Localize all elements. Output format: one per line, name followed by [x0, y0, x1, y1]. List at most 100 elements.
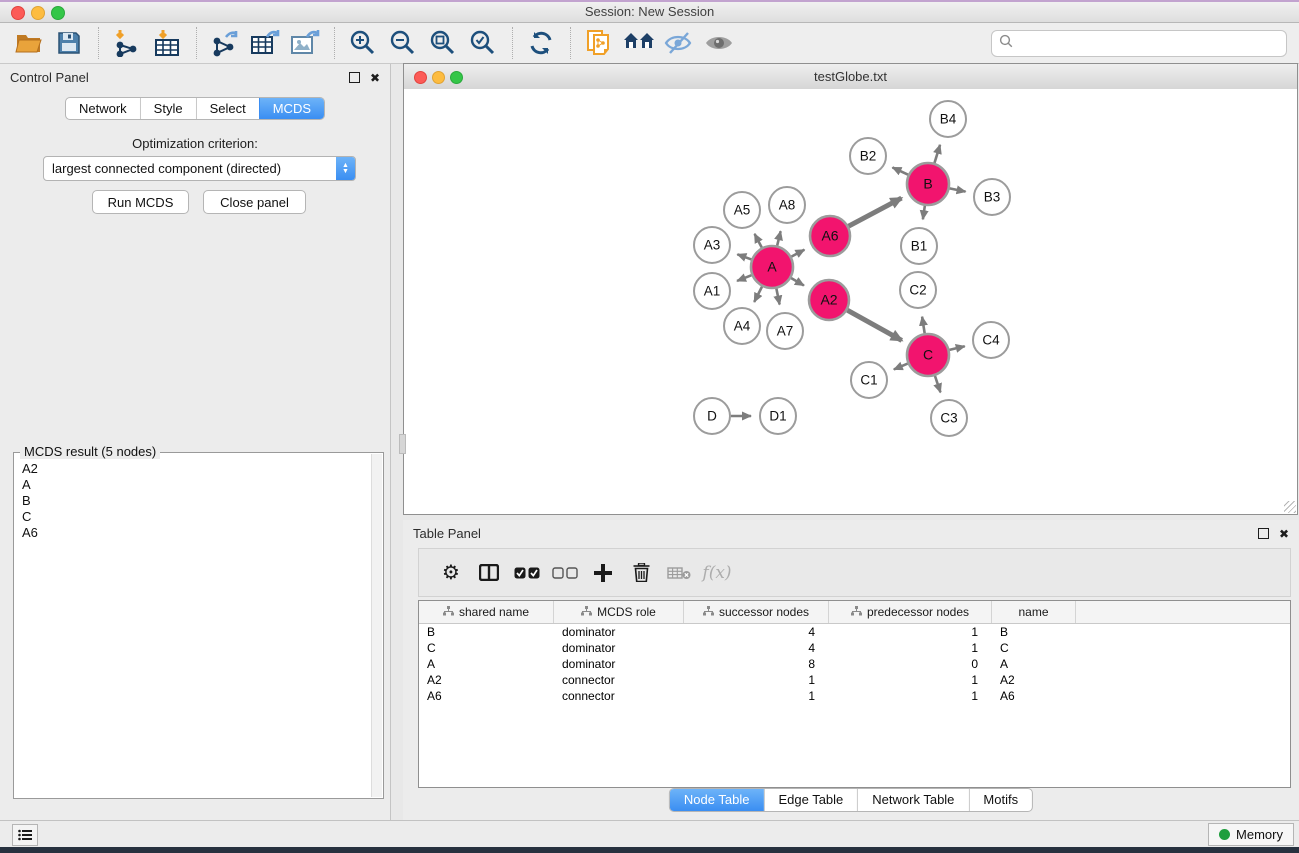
graph-edge[interactable]: [737, 275, 752, 281]
graph-edge[interactable]: [776, 289, 779, 305]
network-canvas[interactable]: B4B2BB3A5A8A6A3B1AA1C2A2A4A7C4CC1C3DD1: [404, 89, 1297, 514]
column-view-icon[interactable]: [471, 556, 507, 590]
table-cell[interactable]: A: [419, 656, 554, 672]
column-header[interactable]: MCDS role: [554, 601, 684, 623]
table-row[interactable]: A2connector11A2: [419, 672, 1290, 688]
table-row[interactable]: Cdominator41C: [419, 640, 1290, 656]
table-settings-gear-icon[interactable]: ⚙: [433, 556, 469, 590]
select-all-icon[interactable]: [509, 556, 545, 590]
close-panel-icon[interactable]: ✖: [370, 72, 380, 84]
tab-edge-table[interactable]: Edge Table: [763, 789, 857, 811]
table-cell[interactable]: 1: [829, 672, 992, 688]
graph-edge[interactable]: [755, 234, 762, 248]
graph-edge[interactable]: [737, 254, 751, 259]
table-cell[interactable]: dominator: [554, 640, 684, 656]
table-cell[interactable]: 1: [684, 688, 829, 704]
graph-edge[interactable]: [754, 287, 762, 302]
splitter-handle[interactable]: [399, 434, 406, 454]
table-row[interactable]: Adominator80A: [419, 656, 1290, 672]
export-table-icon[interactable]: [248, 27, 282, 59]
table-cell[interactable]: B: [419, 624, 554, 640]
float-panel-icon[interactable]: [349, 72, 360, 83]
graph-edge[interactable]: [849, 198, 902, 226]
zoom-selected-icon[interactable]: [466, 27, 500, 59]
tab-select[interactable]: Select: [196, 98, 259, 119]
import-network-icon[interactable]: [110, 27, 144, 59]
zoom-out-icon[interactable]: [386, 27, 420, 59]
column-header[interactable]: shared name: [419, 601, 554, 623]
task-history-button[interactable]: [12, 824, 38, 846]
close-table-panel-icon[interactable]: ✖: [1279, 528, 1289, 540]
show-hide-icon[interactable]: [702, 27, 736, 59]
memory-button[interactable]: Memory: [1208, 823, 1294, 846]
table-cell[interactable]: connector: [554, 688, 684, 704]
mcds-result-scrollbar[interactable]: [371, 454, 382, 797]
mcds-result-item[interactable]: A2: [16, 461, 371, 477]
table-cell[interactable]: 1: [829, 688, 992, 704]
search-field[interactable]: [991, 30, 1287, 57]
delete-column-trash-icon[interactable]: [623, 556, 659, 590]
import-table-icon[interactable]: [150, 27, 184, 59]
export-network-icon[interactable]: [208, 27, 242, 59]
criterion-dropdown[interactable]: largest connected component (directed) ▲…: [43, 156, 356, 181]
column-header[interactable]: name: [992, 601, 1076, 623]
mcds-result-item[interactable]: B: [16, 493, 371, 509]
table-cell[interactable]: dominator: [554, 624, 684, 640]
column-header[interactable]: predecessor nodes: [829, 601, 992, 623]
table-cell[interactable]: 1: [829, 624, 992, 640]
graph-edge[interactable]: [791, 278, 804, 285]
save-session-icon[interactable]: [52, 27, 86, 59]
mcds-result-item[interactable]: A6: [16, 525, 371, 541]
new-network-from-selection-icon[interactable]: [582, 27, 616, 59]
graph-edge[interactable]: [791, 250, 804, 257]
zoom-in-icon[interactable]: [346, 27, 380, 59]
table-cell[interactable]: A6: [992, 688, 1076, 704]
graph-edge[interactable]: [934, 145, 940, 163]
resize-grip[interactable]: [1284, 501, 1296, 513]
refresh-icon[interactable]: [524, 27, 558, 59]
table-cell[interactable]: 1: [684, 672, 829, 688]
export-image-icon[interactable]: [288, 27, 322, 59]
table-cell[interactable]: A2: [419, 672, 554, 688]
table-cell[interactable]: B: [992, 624, 1076, 640]
table-cell[interactable]: 4: [684, 624, 829, 640]
run-mcds-button[interactable]: Run MCDS: [92, 190, 189, 214]
table-cell[interactable]: 8: [684, 656, 829, 672]
graph-edge[interactable]: [777, 231, 780, 245]
graph-edge[interactable]: [935, 376, 941, 393]
table-cell[interactable]: connector: [554, 672, 684, 688]
table-cell[interactable]: A6: [419, 688, 554, 704]
graph-edge[interactable]: [922, 317, 925, 334]
graph-edge[interactable]: [847, 310, 901, 340]
tab-network[interactable]: Network: [66, 98, 140, 119]
graph-edge[interactable]: [950, 188, 966, 191]
table-cell[interactable]: 0: [829, 656, 992, 672]
mcds-result-item[interactable]: C: [16, 509, 371, 525]
table-cell[interactable]: C: [419, 640, 554, 656]
deselect-all-icon[interactable]: [547, 556, 583, 590]
graph-edge[interactable]: [894, 364, 908, 370]
graph-edge[interactable]: [923, 206, 925, 220]
search-input[interactable]: [1013, 36, 1286, 51]
mcds-result-item[interactable]: A: [16, 477, 371, 493]
graph-edge[interactable]: [949, 346, 964, 350]
table-cell[interactable]: dominator: [554, 656, 684, 672]
node-table[interactable]: shared nameMCDS rolesuccessor nodesprede…: [418, 600, 1291, 788]
table-cell[interactable]: C: [992, 640, 1076, 656]
tab-mcds[interactable]: MCDS: [259, 98, 324, 119]
add-column-icon[interactable]: [585, 556, 621, 590]
mcds-result-list[interactable]: A2ABCA6: [16, 461, 371, 796]
open-session-icon[interactable]: [12, 27, 46, 59]
tab-style[interactable]: Style: [140, 98, 196, 119]
network-window-titlebar[interactable]: testGlobe.txt: [404, 64, 1297, 90]
table-row[interactable]: Bdominator41B: [419, 624, 1290, 640]
table-cell[interactable]: 1: [829, 640, 992, 656]
graph-edge[interactable]: [892, 167, 908, 174]
tab-network-table[interactable]: Network Table: [857, 789, 968, 811]
zoom-fit-icon[interactable]: [426, 27, 460, 59]
home-icon[interactable]: [622, 27, 656, 59]
tab-node-table[interactable]: Node Table: [670, 789, 764, 811]
table-cell[interactable]: A2: [992, 672, 1076, 688]
tab-motifs[interactable]: Motifs: [968, 789, 1032, 811]
toggle-graphics-details-icon[interactable]: [662, 27, 696, 59]
